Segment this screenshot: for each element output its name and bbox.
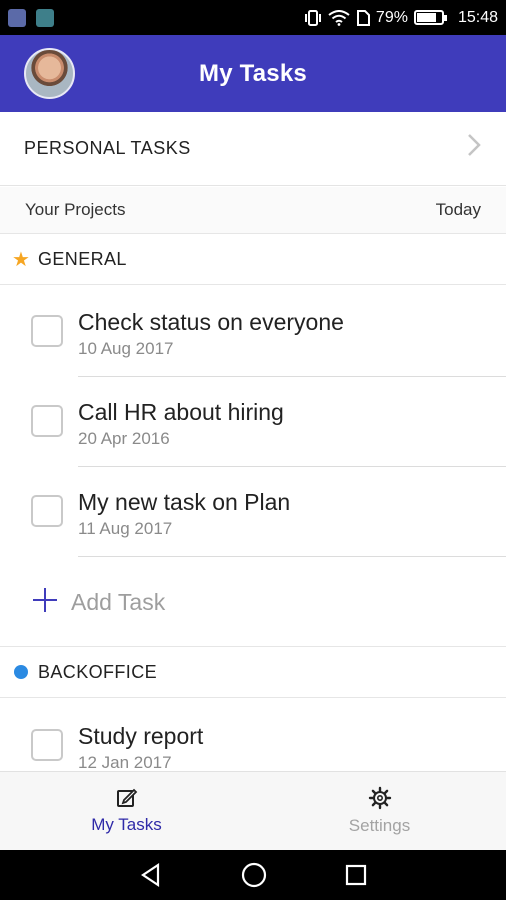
task-date: 12 Jan 2017 <box>78 753 172 771</box>
blue-dot-icon <box>14 665 28 679</box>
task-title: Check status on everyone <box>78 309 344 335</box>
nav-my-tasks[interactable]: My Tasks <box>0 772 253 850</box>
task-checkbox[interactable] <box>31 315 63 347</box>
system-nav-bar <box>0 850 506 900</box>
personal-tasks-label: PERSONAL TASKS <box>24 138 191 158</box>
page-title: My Tasks <box>199 59 307 87</box>
back-icon[interactable] <box>138 862 164 888</box>
gear-icon <box>368 786 391 810</box>
sim-icon <box>356 9 370 26</box>
group-header-backoffice[interactable]: BACKOFFICE <box>0 646 506 698</box>
task-title: Study report <box>78 723 204 749</box>
plus-icon <box>31 584 59 620</box>
add-task-label: Add Task <box>71 588 166 615</box>
battery-percent: 79% <box>375 8 408 26</box>
wifi-icon <box>328 9 350 26</box>
nav-settings[interactable]: Settings <box>253 772 506 850</box>
today-label: Today <box>435 200 481 219</box>
task-checkbox[interactable] <box>31 405 63 437</box>
task-row[interactable]: Study report 12 Jan 2017 <box>0 699 506 771</box>
notification-icons <box>8 8 54 27</box>
home-icon[interactable] <box>240 861 268 889</box>
task-row[interactable]: My new task on Plan 11 Aug 2017 <box>0 467 506 557</box>
system-indicators: 79% 15:48 <box>304 9 498 27</box>
star-icon: ★ <box>12 248 31 271</box>
your-projects-label: Your Projects <box>25 200 126 219</box>
task-date: 11 Aug 2017 <box>78 519 173 538</box>
group-name: GENERAL <box>38 248 127 269</box>
personal-tasks-row[interactable]: PERSONAL TASKS <box>0 112 506 186</box>
vibrate-icon <box>304 9 321 26</box>
task-date: 10 Aug 2017 <box>78 339 174 358</box>
clock: 15:48 <box>457 8 498 26</box>
chevron-right-icon <box>466 132 482 165</box>
edit-icon <box>116 788 137 807</box>
nav-my-tasks-label: My Tasks <box>91 815 162 834</box>
app-screen: 79% 15:48 My Tasks PERSONAL TASKS Your P… <box>0 0 506 900</box>
task-row[interactable]: Call HR about hiring 20 Apr 2016 <box>0 377 506 467</box>
task-row[interactable]: Check status on everyone 10 Aug 2017 <box>0 287 506 377</box>
projects-header: Your Projects Today <box>0 187 506 233</box>
group-header-general[interactable]: ★ GENERAL <box>0 233 506 285</box>
bottom-nav: My Tasks Settings <box>0 771 506 850</box>
app-bar: My Tasks <box>0 35 506 112</box>
battery-icon <box>413 10 447 25</box>
add-task-button[interactable]: Add Task <box>0 558 506 646</box>
task-checkbox[interactable] <box>31 729 63 761</box>
app-notification-icon <box>8 8 26 27</box>
task-title: Call HR about hiring <box>78 399 284 425</box>
status-bar: 79% 15:48 <box>0 0 506 35</box>
recents-icon[interactable] <box>344 863 368 887</box>
image-notification-icon <box>36 8 54 27</box>
nav-settings-label: Settings <box>348 816 411 835</box>
task-date: 20 Apr 2016 <box>78 429 170 448</box>
avatar[interactable] <box>24 48 75 99</box>
divider <box>78 556 506 557</box>
task-checkbox[interactable] <box>31 495 63 527</box>
group-name: BACKOFFICE <box>38 661 158 682</box>
task-title: My new task on Plan <box>78 489 291 515</box>
